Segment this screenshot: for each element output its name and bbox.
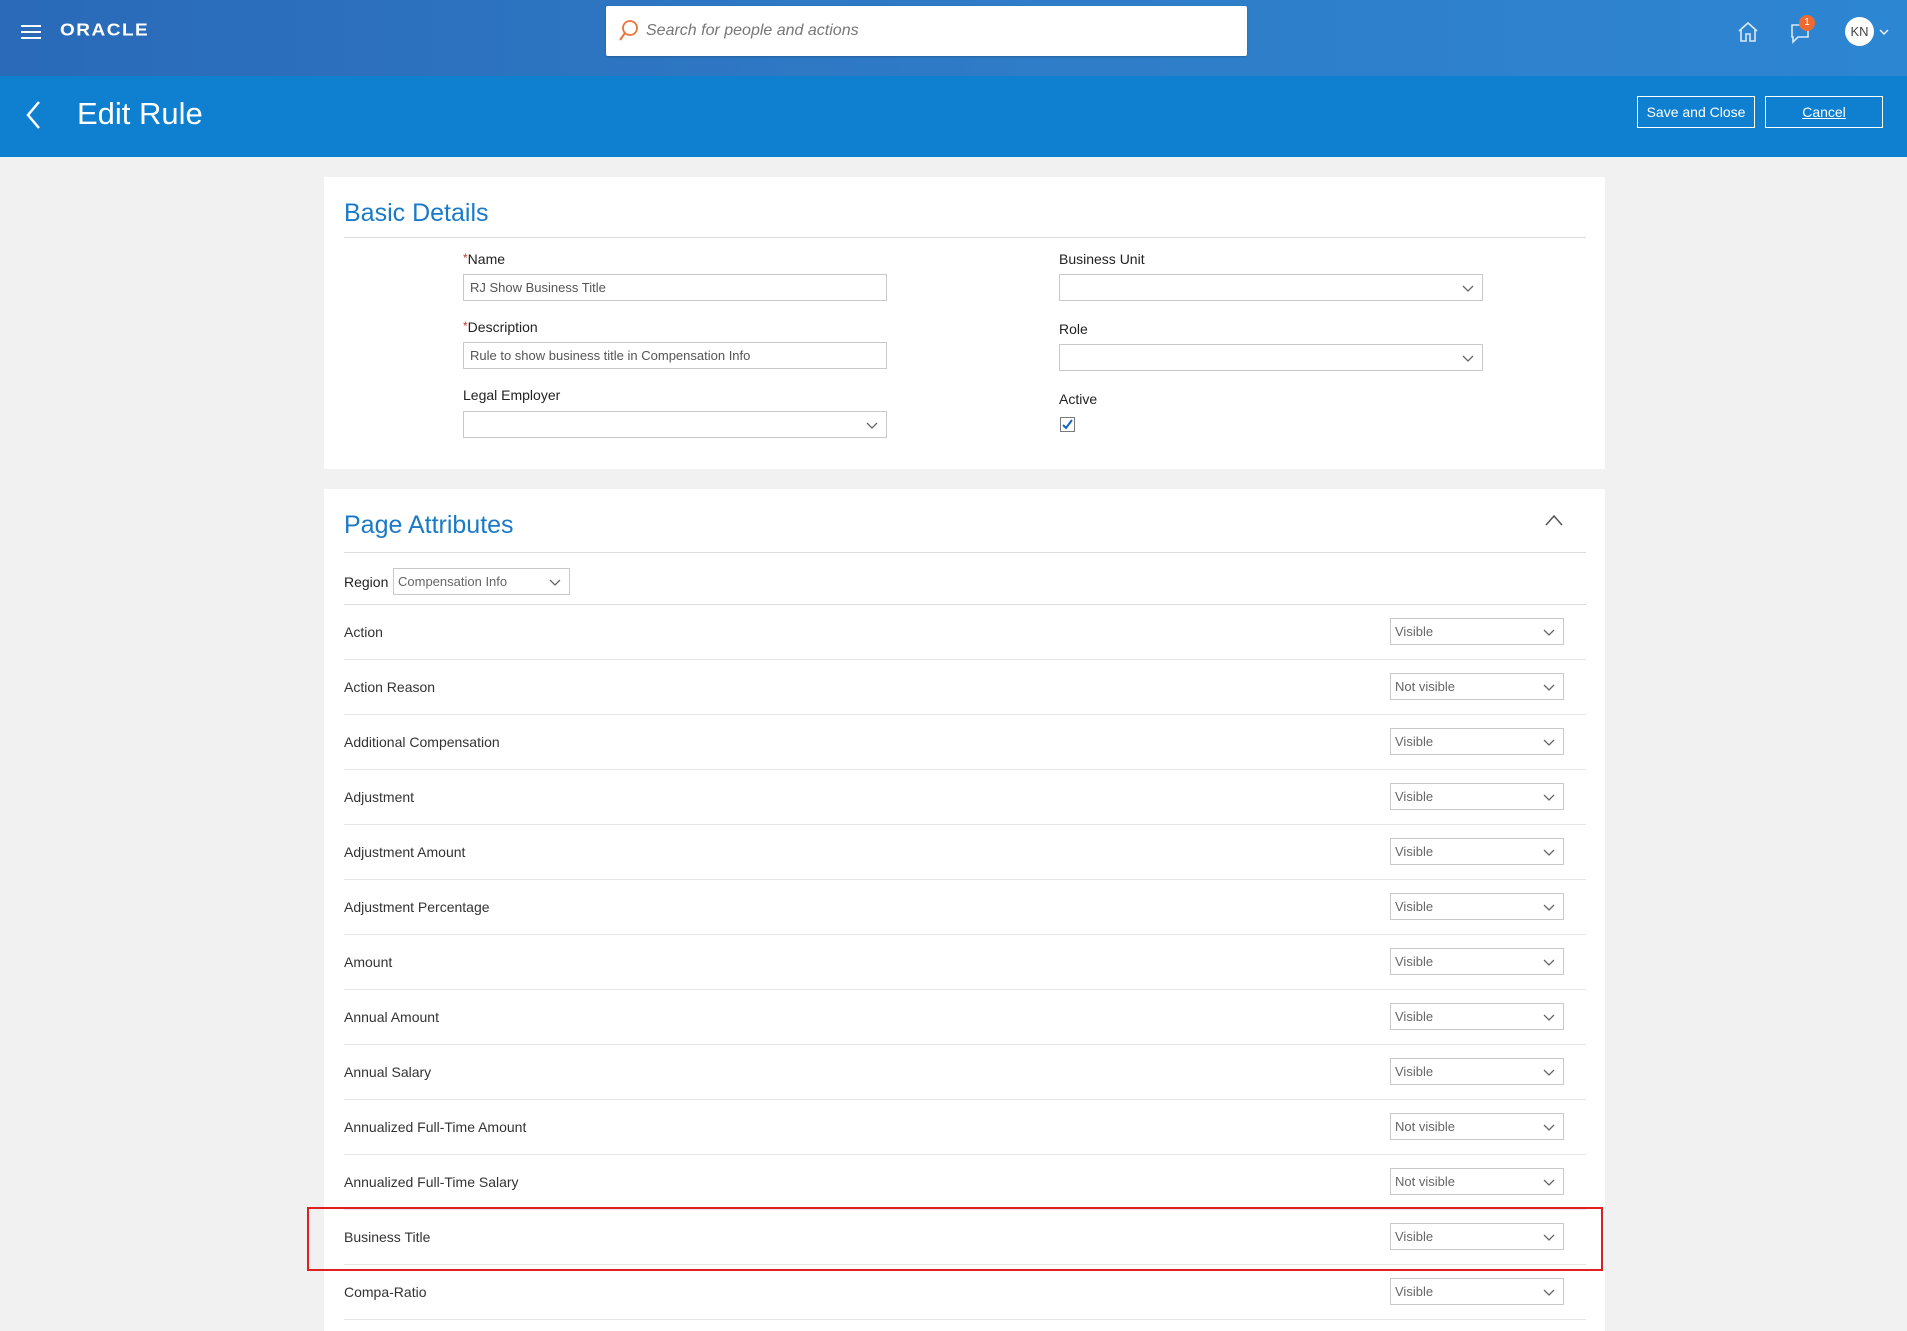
attribute-row: Annual Salary Visible <box>344 1045 1586 1100</box>
visibility-select[interactable]: Visible <box>1390 1058 1564 1085</box>
visibility-select[interactable]: Not visible <box>1390 673 1564 700</box>
page-attributes-section: Page Attributes Region Compensation Info… <box>324 489 1605 1331</box>
chevron-down-icon <box>1543 1234 1555 1241</box>
chevron-down-icon <box>866 422 878 429</box>
visibility-select[interactable]: Visible <box>1390 893 1564 920</box>
home-icon[interactable] <box>1736 20 1760 44</box>
attribute-row: Adjustment Amount Visible <box>344 825 1586 880</box>
chevron-down-icon <box>1543 1014 1555 1021</box>
attribute-row: Annualized Full-Time Salary Not visible <box>344 1155 1586 1210</box>
search-icon <box>619 20 638 41</box>
attribute-name: Action <box>344 624 383 640</box>
description-field[interactable]: Rule to show business title in Compensat… <box>463 342 887 369</box>
attribute-name: Amount <box>344 954 393 970</box>
chevron-up-icon[interactable] <box>1544 513 1564 527</box>
visibility-select[interactable]: Visible <box>1390 948 1564 975</box>
chevron-down-icon <box>549 579 561 586</box>
attribute-name: Adjustment <box>344 789 415 805</box>
attribute-name: Adjustment Amount <box>344 844 466 860</box>
attribute-row: Business Title Visible <box>344 1210 1586 1265</box>
page-title: Edit Rule <box>77 96 203 131</box>
chevron-down-icon <box>1543 1179 1555 1186</box>
visibility-select[interactable]: Not visible <box>1390 1168 1564 1195</box>
visibility-select[interactable]: Visible <box>1390 618 1564 645</box>
notification-badge: 1 <box>1799 15 1815 31</box>
chevron-down-icon <box>1543 794 1555 801</box>
attribute-name: Compa-Ratio <box>344 1284 427 1300</box>
save-and-close-button[interactable]: Save and Close <box>1637 96 1755 128</box>
chevron-down-icon[interactable] <box>1879 27 1889 37</box>
visibility-select[interactable]: Visible <box>1390 783 1564 810</box>
chevron-down-icon <box>1462 355 1474 362</box>
global-header: ORACLE 1 KN <box>0 0 1907 76</box>
attribute-name: Additional Compensation <box>344 734 500 750</box>
global-search[interactable] <box>606 6 1247 56</box>
attribute-row: Additional Compensation Visible <box>344 715 1586 770</box>
chevron-down-icon <box>1543 739 1555 746</box>
section-title-basic-details: Basic Details <box>344 199 489 227</box>
menu-icon[interactable] <box>21 25 41 41</box>
description-label: *Description <box>463 319 538 335</box>
oracle-logo[interactable]: ORACLE <box>60 21 149 41</box>
attribute-name: Annualized Full-Time Salary <box>344 1174 519 1190</box>
attribute-name: Action Reason <box>344 679 436 695</box>
attribute-name: Annual Salary <box>344 1064 432 1080</box>
active-label: Active <box>1059 391 1098 407</box>
attribute-row: Annual Amount Visible <box>344 990 1586 1045</box>
attribute-row: Adjustment Percentage Visible <box>344 880 1586 935</box>
attribute-row: Action Visible <box>344 605 1586 660</box>
legal-employer-select[interactable] <box>463 411 887 438</box>
chevron-down-icon <box>1543 959 1555 966</box>
business-unit-label: Business Unit <box>1059 251 1145 267</box>
chevron-down-icon <box>1543 849 1555 856</box>
chevron-down-icon <box>1543 1124 1555 1131</box>
chevron-down-icon <box>1543 1069 1555 1076</box>
basic-details-section: Basic Details *Name RJ Show Business Tit… <box>324 177 1605 469</box>
avatar[interactable]: KN <box>1845 17 1874 46</box>
attribute-row: Compa-Ratio Visible <box>344 1265 1586 1320</box>
visibility-select[interactable]: Visible <box>1390 1223 1564 1250</box>
chevron-down-icon <box>1543 1289 1555 1296</box>
back-arrow-icon[interactable] <box>24 98 44 132</box>
visibility-select[interactable]: Visible <box>1390 838 1564 865</box>
divider <box>344 237 1586 238</box>
role-label: Role <box>1059 321 1088 337</box>
visibility-select[interactable]: Visible <box>1390 1278 1564 1305</box>
attribute-name: Annual Amount <box>344 1009 439 1025</box>
chevron-down-icon <box>1543 684 1555 691</box>
attribute-row: Amount Visible <box>344 935 1586 990</box>
cancel-button[interactable]: Cancel <box>1765 96 1883 128</box>
region-select[interactable]: Compensation Info <box>393 568 570 595</box>
visibility-select[interactable]: Visible <box>1390 728 1564 755</box>
attribute-name: Business Title <box>344 1229 431 1245</box>
page-header: Edit Rule Save and Close Cancel <box>0 76 1907 157</box>
section-title-page-attributes: Page Attributes <box>344 511 514 539</box>
business-unit-select[interactable] <box>1059 274 1483 301</box>
chevron-down-icon <box>1543 904 1555 911</box>
search-input[interactable] <box>646 6 1236 56</box>
attribute-row: Adjustment Visible <box>344 770 1586 825</box>
attribute-row: Annualized Full-Time Amount Not visible <box>344 1100 1586 1155</box>
legal-employer-label: Legal Employer <box>463 387 561 403</box>
visibility-select[interactable]: Visible <box>1390 1003 1564 1030</box>
attribute-name: Adjustment Percentage <box>344 899 490 915</box>
name-field[interactable]: RJ Show Business Title <box>463 274 887 301</box>
attribute-name: Annualized Full-Time Amount <box>344 1119 527 1135</box>
attribute-row: Action Reason Not visible <box>344 660 1586 715</box>
region-label: Region <box>344 574 389 590</box>
divider <box>344 552 1586 553</box>
role-select[interactable] <box>1059 344 1483 371</box>
chevron-down-icon <box>1462 285 1474 292</box>
active-checkbox[interactable] <box>1060 417 1075 432</box>
visibility-select[interactable]: Not visible <box>1390 1113 1564 1140</box>
checkmark-icon <box>1062 419 1073 430</box>
chevron-down-icon <box>1543 629 1555 636</box>
name-label: *Name <box>463 251 506 267</box>
